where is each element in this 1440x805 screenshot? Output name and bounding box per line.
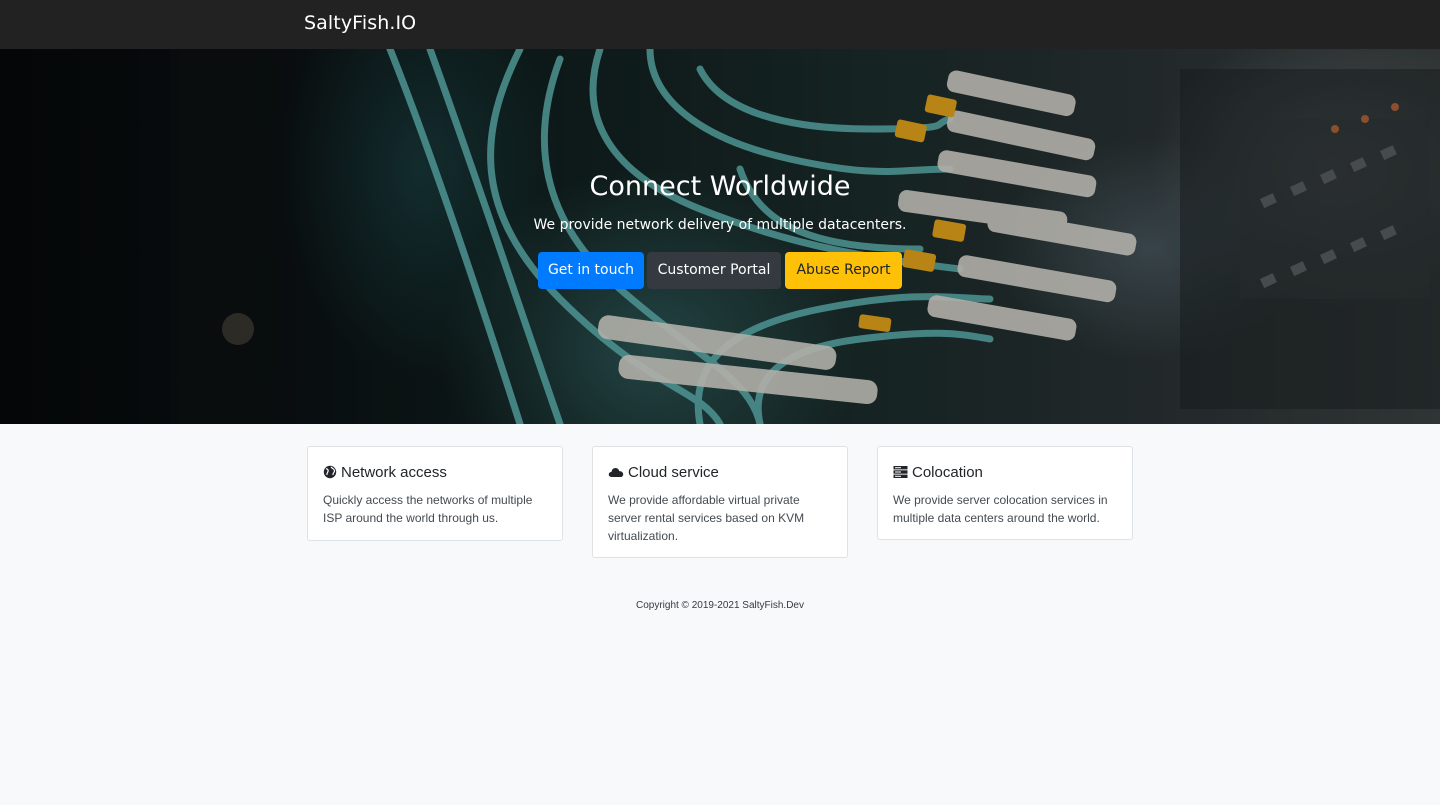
server-icon bbox=[893, 465, 908, 479]
feature-title-text: Network access bbox=[341, 463, 447, 481]
globe-icon bbox=[323, 465, 337, 479]
hero-subtitle: We provide network delivery of multiple … bbox=[533, 217, 907, 233]
feature-title-text: Cloud service bbox=[628, 463, 719, 481]
feature-description: Quickly access the networks of multiple … bbox=[323, 493, 533, 525]
abuse-report-button[interactable]: Abuse Report bbox=[785, 252, 902, 289]
feature-card-colocation: Colocation We provide server colocation … bbox=[877, 446, 1133, 540]
hero-background-image bbox=[0, 49, 1440, 424]
navbar: SaltyFish.IO bbox=[0, 0, 1440, 49]
feature-description: We provide affordable virtual private se… bbox=[608, 493, 805, 543]
get-in-touch-button[interactable]: Get in touch bbox=[538, 252, 644, 289]
feature-card-title: Colocation bbox=[893, 463, 1117, 481]
customer-portal-button[interactable]: Customer Portal bbox=[647, 252, 781, 289]
brand-link[interactable]: SaltyFish.IO bbox=[304, 12, 416, 34]
feature-title-text: Colocation bbox=[912, 463, 983, 481]
feature-card-title: Cloud service bbox=[608, 463, 832, 481]
hero-banner: Connect Worldwide We provide network del… bbox=[0, 49, 1440, 424]
cloud-icon bbox=[608, 465, 624, 479]
feature-description: We provide server colocation services in… bbox=[893, 493, 1108, 525]
footer-copyright: Copyright © 2019-2021 SaltyFish.Dev bbox=[635, 600, 804, 611]
feature-card-network-access: Network access Quickly access the networ… bbox=[307, 446, 563, 541]
feature-card-cloud-service: Cloud service We provide affordable virt… bbox=[592, 446, 848, 558]
feature-card-title: Network access bbox=[323, 463, 547, 481]
hero-title: Connect Worldwide bbox=[589, 171, 851, 202]
